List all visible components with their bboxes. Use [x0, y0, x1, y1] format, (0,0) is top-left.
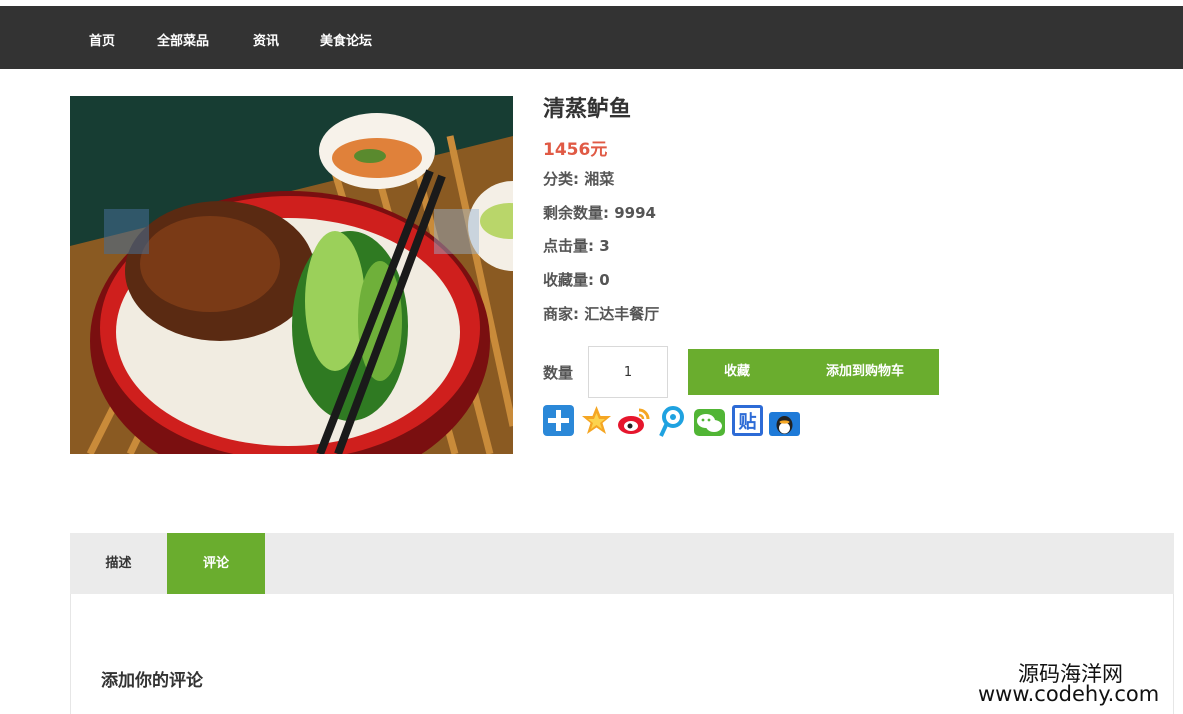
- info-clicks-label: 点击量:: [543, 237, 600, 255]
- product-title: 清蒸鲈鱼: [543, 97, 632, 122]
- favorite-button[interactable]: 收藏: [706, 349, 768, 395]
- plus-share-icon[interactable]: [542, 404, 575, 437]
- quantity-label: 数量: [543, 364, 574, 382]
- wechat-icon[interactable]: [693, 404, 726, 437]
- quantity-input[interactable]: [588, 346, 668, 398]
- info-category: 分类: 湘菜: [543, 168, 614, 189]
- qzone-icon[interactable]: [580, 404, 613, 437]
- nav-news[interactable]: 资讯: [253, 30, 279, 49]
- info-favorites-label: 收藏量:: [543, 271, 600, 289]
- tab-description[interactable]: 描述: [70, 533, 167, 594]
- info-stock: 剩余数量: 9994: [543, 202, 656, 223]
- svg-text:贴: 贴: [739, 411, 757, 433]
- tab-reviews[interactable]: 评论: [167, 533, 265, 594]
- main-navbar: 首页 全部菜品 资讯 美食论坛: [0, 6, 1183, 69]
- add-to-cart-button[interactable]: 添加到购物车: [810, 349, 920, 395]
- nav-food-forum[interactable]: 美食论坛: [320, 30, 372, 49]
- watermark-url: www.codehy.com: [978, 682, 1160, 706]
- qq-icon[interactable]: [768, 411, 801, 437]
- info-favorites-value: 0: [599, 271, 610, 289]
- product-image: [70, 96, 513, 454]
- info-stock-value: 9994: [614, 204, 656, 222]
- info-favorites: 收藏量: 0: [543, 269, 610, 290]
- info-category-label: 分类:: [543, 170, 585, 188]
- add-review-heading: 添加你的评论: [101, 671, 203, 691]
- info-merchant-value: 汇达丰餐厅: [584, 305, 660, 323]
- info-category-value: 湘菜: [584, 170, 615, 188]
- info-clicks: 点击量: 3: [543, 235, 610, 256]
- slider-prev-button[interactable]: [104, 209, 149, 254]
- info-merchant-label: 商家:: [543, 305, 585, 323]
- weibo-icon[interactable]: [617, 404, 650, 437]
- nav-home[interactable]: 首页: [89, 30, 115, 49]
- info-stock-label: 剩余数量:: [543, 204, 615, 222]
- product-price: 1456元: [543, 140, 608, 160]
- tieba-icon[interactable]: 贴: [731, 404, 764, 437]
- slider-next-button[interactable]: [434, 209, 479, 254]
- tabs-bar: 描述 评论: [70, 533, 1174, 594]
- tencent-weibo-icon[interactable]: [655, 404, 688, 437]
- nav-all-dishes[interactable]: 全部菜品: [157, 30, 209, 49]
- info-merchant: 商家: 汇达丰餐厅: [543, 303, 659, 324]
- info-clicks-value: 3: [599, 237, 610, 255]
- action-bar: 收藏 添加到购物车: [688, 349, 939, 395]
